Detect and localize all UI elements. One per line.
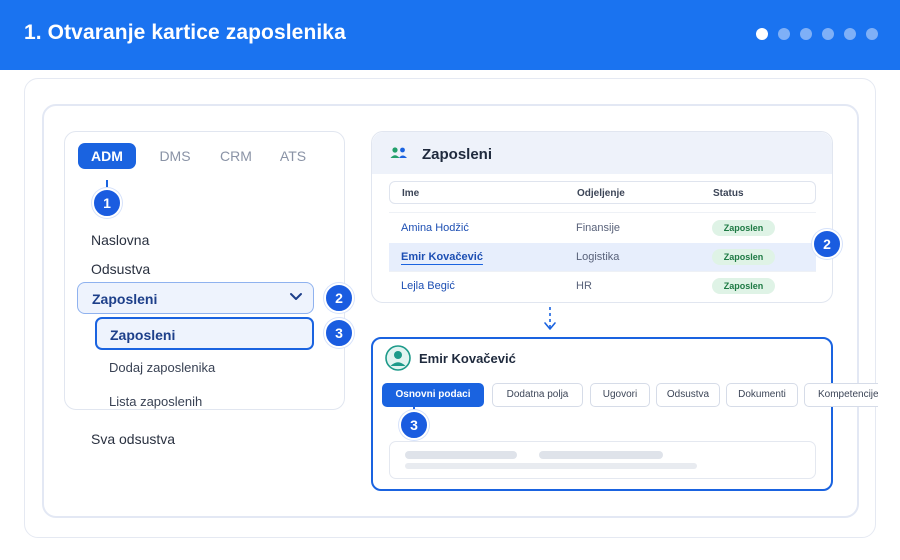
column-header-odjeljenje[interactable]: Odjeljenje — [577, 188, 625, 199]
row-divider — [389, 212, 816, 213]
step-pagination — [756, 28, 878, 40]
tab-odsustva[interactable]: Odsustva — [656, 383, 720, 407]
table-row[interactable]: Lejla Begić HR Zaposlen — [389, 272, 816, 300]
employee-department: Finansije — [576, 222, 621, 234]
sidebar-subitem-dodaj-zaposlenika[interactable]: Dodaj zaposlenika — [109, 360, 215, 375]
sidebar-subitem-label: Zaposleni — [110, 327, 176, 343]
step-badge-3-bottom: 3 — [399, 410, 429, 440]
status-badge: Zaposlen — [712, 249, 775, 265]
skeleton-line — [405, 463, 697, 469]
step-badge-1: 1 — [92, 188, 122, 218]
employee-detail-name: Emir Kovačević — [419, 351, 516, 366]
tab-ugovori[interactable]: Ugovori — [590, 383, 650, 407]
module-tab-crm[interactable]: CRM — [213, 143, 259, 169]
content-placeholder — [389, 441, 816, 479]
step-badge-2-right: 2 — [812, 229, 842, 259]
arrow-down-icon — [544, 307, 556, 330]
people-icon — [390, 147, 407, 158]
step-dot-2[interactable] — [778, 28, 790, 40]
step-badge-3-left: 3 — [324, 318, 354, 348]
skeleton-line — [539, 451, 663, 459]
user-avatar-icon — [385, 345, 411, 371]
employee-name[interactable]: Amina Hodžić — [401, 222, 469, 234]
step-dot-3[interactable] — [800, 28, 812, 40]
step-dot-4[interactable] — [822, 28, 834, 40]
status-badge: Zaposlen — [712, 220, 775, 236]
sidebar-group-zaposleni[interactable]: Zaposleni — [77, 282, 314, 314]
employees-table-header: Ime Odjeljenje Status — [389, 181, 816, 204]
tutorial-title: 1. Otvaranje kartice zaposlenika — [24, 21, 346, 44]
column-header-status[interactable]: Status — [713, 188, 744, 199]
tab-dokumenti[interactable]: Dokumenti — [726, 383, 798, 407]
employee-department: Logistika — [576, 251, 620, 263]
sidebar-item-odsustva[interactable]: Odsustva — [91, 261, 150, 277]
sidebar-item-naslovna[interactable]: Naslovna — [91, 232, 149, 248]
step-dot-5[interactable] — [844, 28, 856, 40]
employee-name[interactable]: Lejla Begić — [401, 280, 455, 292]
employee-name[interactable]: Emir Kovačević — [401, 251, 483, 263]
sidebar-subitem-zaposleni[interactable]: Zaposleni — [95, 317, 314, 350]
chevron-down-icon — [290, 293, 302, 300]
tab-osnovni-podaci[interactable]: Osnovni podaci — [382, 383, 484, 407]
sidebar-group-label: Zaposleni — [92, 291, 158, 307]
employees-list-header: Zaposleni — [372, 132, 832, 174]
sidebar-item-sva-odsustva[interactable]: Sva odsustva — [91, 431, 175, 447]
step-badge-2-left: 2 — [324, 283, 354, 313]
module-tab-dms[interactable]: DMS — [151, 143, 199, 169]
employees-list-title: Zaposleni — [422, 146, 493, 163]
skeleton-line — [405, 451, 517, 459]
table-row-selected[interactable]: Emir Kovačević Logistika Zaposlen — [389, 243, 816, 271]
tab-dodatna-polja[interactable]: Dodatna polja — [492, 383, 583, 407]
sidebar-subitem-lista-zaposlenih[interactable]: Lista zaposlenih — [109, 394, 202, 409]
step-dot-1[interactable] — [756, 28, 768, 40]
tutorial-header: 1. Otvaranje kartice zaposlenika — [0, 0, 900, 70]
module-tab-adm[interactable]: ADM — [78, 143, 136, 169]
module-tab-ats[interactable]: ATS — [272, 143, 314, 169]
column-header-ime[interactable]: Ime — [402, 188, 419, 199]
status-badge: Zaposlen — [712, 278, 775, 294]
table-row[interactable]: Amina Hodžić Finansije Zaposlen — [389, 214, 816, 242]
tab-kompetencije[interactable]: Kompetencije — [804, 383, 878, 407]
employee-department: HR — [576, 280, 592, 292]
step-dot-6[interactable] — [866, 28, 878, 40]
